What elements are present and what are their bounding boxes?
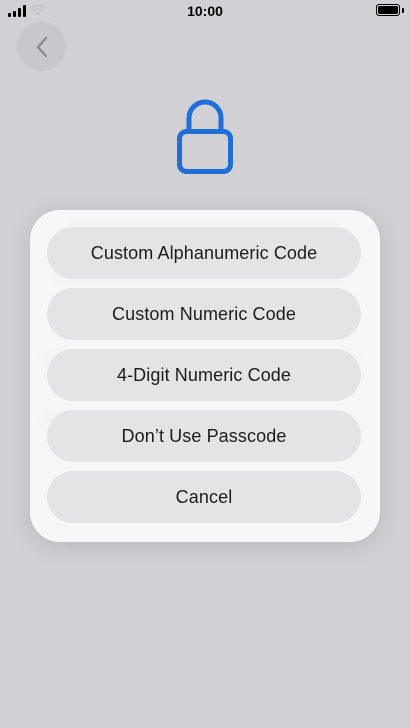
four-digit-numeric-code-button[interactable]: 4-Digit Numeric Code: [47, 349, 361, 401]
passcode-options-sheet: Custom Alphanumeric Code Custom Numeric …: [30, 210, 380, 542]
option-label: 4-Digit Numeric Code: [116, 364, 292, 385]
chevron-left-icon: [36, 36, 47, 57]
option-label: Custom Numeric Code: [112, 303, 296, 324]
custom-alphanumeric-code-button[interactable]: Custom Alphanumeric Code: [47, 227, 361, 279]
option-label: Cancel: [175, 486, 233, 507]
custom-numeric-code-button[interactable]: Custom Numeric Code: [47, 288, 361, 340]
cancel-button[interactable]: Cancel: [47, 471, 361, 523]
battery-tip: [402, 8, 404, 13]
back-button[interactable]: [17, 22, 66, 71]
status-time: 10:00: [187, 3, 223, 19]
option-label: Custom Alphanumeric Code: [90, 242, 318, 263]
lock-icon: [177, 99, 233, 174]
battery-icon: [376, 4, 400, 16]
status-bar: 10:00: [0, 0, 410, 24]
option-label: Don’t Use Passcode: [121, 425, 287, 446]
dont-use-passcode-button[interactable]: Don’t Use Passcode: [47, 410, 361, 462]
